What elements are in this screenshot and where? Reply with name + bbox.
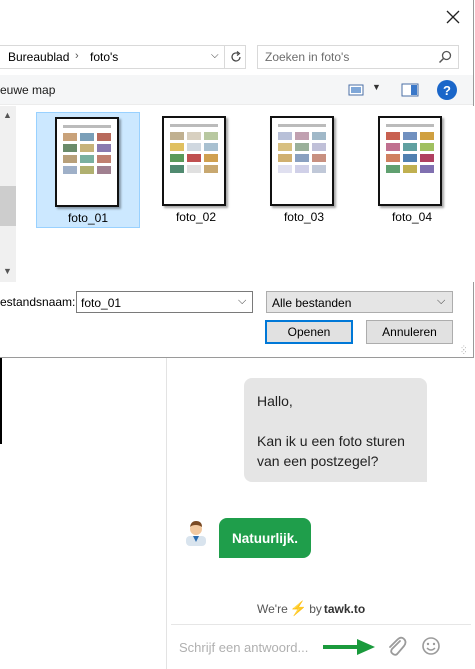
branding-name: tawk.to [323,601,366,616]
chat-messages: Hallo, Kan ik u een foto sturen van een … [167,358,475,620]
agent-message-text: Natuurlijk. [231,530,298,546]
breadcrumb-photos[interactable]: foto's [90,50,118,64]
cancel-button[interactable]: Annuleren [366,320,453,344]
refresh-button[interactable] [224,45,246,69]
file-list-pane: ▲ ▼ foto_01 foto_02 foto_03 foto_04 [0,106,474,282]
background-page [0,358,166,669]
emoji-icon[interactable] [421,636,441,656]
visitor-message-line2: Kan ik u een foto sturen van een postzeg… [257,433,405,469]
file-type-value: Alle bestanden [272,296,352,310]
file-item[interactable]: foto_03 [252,112,356,228]
scroll-down-icon[interactable]: ▼ [3,266,12,276]
refresh-icon [230,51,241,62]
help-icon[interactable]: ? [437,80,457,100]
chevron-right-icon: › [75,50,79,62]
file-item[interactable]: foto_01 [36,112,140,228]
green-arrow-icon [323,639,375,655]
chevron-down-icon[interactable]: ⌵ [211,50,219,61]
open-button[interactable]: Openen [265,320,353,344]
address-bar[interactable]: Bureaublad › foto's ⌵ [0,45,246,69]
bolt-icon: ⚡ [289,600,308,616]
branding[interactable]: We're ⚡ by tawk.to [257,600,365,617]
agent-avatar-icon [186,521,206,546]
open-file-dialog: Bureaublad › foto's ⌵ euwe map ▼ ? ▲ [0,0,474,358]
file-name: foto_03 [283,210,325,224]
branding-by: by [309,601,322,616]
photo-thumbnail [55,117,119,207]
scroll-up-icon[interactable]: ▲ [3,110,12,120]
chat-message-input[interactable] [179,637,329,657]
dialog-titlebar [0,0,473,32]
breadcrumb-desktop[interactable]: Bureaublad [8,50,69,64]
search-box[interactable] [257,45,459,69]
file-name: foto_01 [67,211,109,225]
chat-input-row [171,624,471,669]
preview-pane-icon[interactable] [401,83,419,97]
resize-grip-icon[interactable]: ⁘ ⁘ [460,344,472,357]
file-item[interactable]: foto_02 [144,112,248,228]
chevron-down-icon[interactable]: ⌵ [238,295,246,308]
photo-thumbnail [162,116,226,206]
chat-widget: Hallo, Kan ik u een foto sturen van een … [166,358,475,669]
agent-message-bubble: Natuurlijk. [219,518,311,558]
dialog-toolbar: euwe map ▼ ? [0,75,473,105]
branding-prefix: We're [257,601,288,616]
nav-scrollbar[interactable]: ▲ ▼ [0,106,16,282]
background-divider [0,358,2,444]
visitor-message-line1: Hallo, [257,393,293,409]
filename-label: estandsnaam: [0,295,76,309]
file-type-select[interactable]: Alle bestanden ⌵ [266,291,453,313]
view-dropdown-icon[interactable]: ▼ [372,82,381,92]
filename-input[interactable] [81,295,231,310]
new-folder-button[interactable]: euwe map [0,83,55,97]
file-item[interactable]: foto_04 [360,112,464,228]
search-input[interactable] [265,49,430,65]
chevron-down-icon: ⌵ [437,295,446,307]
photo-thumbnail [378,116,442,206]
close-icon[interactable] [444,8,462,26]
view-options-icon[interactable] [348,83,364,97]
search-icon[interactable] [438,50,452,64]
photo-thumbnail [270,116,334,206]
file-name: foto_04 [391,210,433,224]
file-name: foto_02 [175,210,217,224]
scrollbar-thumb[interactable] [0,186,16,226]
filename-field[interactable]: ⌵ [76,291,253,313]
visitor-message-bubble: Hallo, Kan ik u een foto sturen van een … [244,378,427,482]
attach-file-icon[interactable] [385,635,407,659]
